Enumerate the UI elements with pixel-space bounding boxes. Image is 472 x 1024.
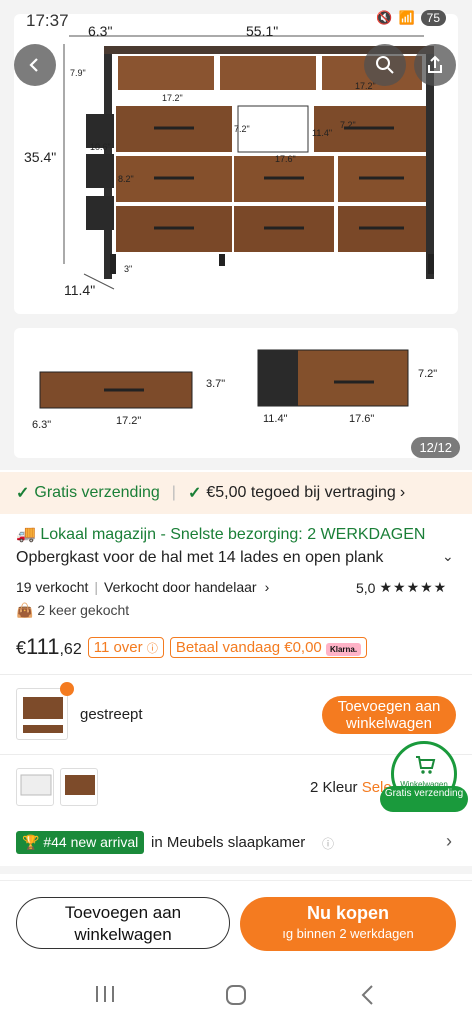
chevron-left-icon — [29, 58, 38, 72]
dim-label: 11.4" — [263, 413, 288, 425]
shipping-banner[interactable]: ✓ Gratis verzending | ✓ €5,00 tegoed bij… — [0, 472, 472, 514]
dim-label: 7.9" — [70, 68, 86, 78]
search-button[interactable] — [364, 44, 406, 86]
dim-label: 11.4" — [64, 282, 96, 298]
truck-icon: 🚚 — [16, 526, 36, 543]
share-button[interactable] — [414, 44, 456, 86]
chevron-down-icon[interactable]: ⌄ — [442, 548, 454, 565]
flame-icon — [60, 682, 74, 696]
image-counter: 12/12 — [411, 437, 460, 458]
check-icon: ✓ — [16, 485, 30, 502]
help-icon[interactable]: ⓘ — [322, 835, 334, 852]
variant-name: gestreept — [80, 706, 143, 723]
price: €111,62 — [16, 634, 82, 659]
seller-link[interactable]: Verkocht door handelaar — [104, 579, 257, 595]
add-to-cart-button[interactable]: Toevoegen aan winkelwagen — [16, 897, 230, 949]
share-icon — [428, 55, 442, 73]
dim-label: 6.3" — [32, 419, 52, 431]
dim-label: 7.2" — [340, 120, 356, 130]
bag-icon: 👜 — [16, 602, 34, 618]
back-nav-icon[interactable] — [358, 984, 378, 1006]
rating[interactable]: 5,0 ★★★★★ — [356, 579, 447, 596]
chevron-right-icon[interactable]: › — [446, 831, 452, 852]
search-icon — [376, 56, 394, 74]
secondary-product-image[interactable]: 3.7" 17.2" 6.3" 7.2" 11.4" 17.6" — [14, 328, 458, 458]
help-icon: ⓘ — [146, 642, 158, 655]
pay-later-badge[interactable]: Betaal vandaag €0,00 Klarna. — [169, 636, 368, 658]
bottom-action-bar: Toevoegen aan winkelwagen Nu kopen ıg bi… — [0, 880, 472, 968]
product-gallery[interactable]: 6.3" 55.1" 35.4" 11.4" 7.9" 17.2" 17.2" … — [0, 0, 472, 470]
dim-label: 3.7" — [206, 378, 226, 390]
home-icon[interactable] — [225, 984, 247, 1006]
battery-icon: 75 — [420, 10, 446, 26]
check-icon: ✓ — [187, 485, 202, 502]
wifi-icon: 📶 — [398, 10, 415, 25]
recent-apps-icon[interactable] — [94, 984, 116, 1004]
color-count[interactable]: 2 Kleur Sele — [310, 779, 392, 796]
dim-label: 3" — [124, 264, 133, 274]
klarna-logo: Klarna. — [325, 642, 362, 656]
product-title[interactable]: Opbergkast voor de hal met 14 lades en o… — [16, 549, 432, 567]
status-bar: 17:37 🔇 📶 75 — [0, 0, 472, 40]
dim-label: 8.2" — [118, 174, 134, 184]
buy-now-button[interactable]: Nu kopen ıg binnen 2 werkdagen — [240, 897, 456, 951]
new-arrival-badge[interactable]: 🏆 #44 new arrival — [16, 831, 145, 854]
chevron-right-icon: › — [399, 484, 406, 501]
color-option-brown[interactable] — [60, 768, 98, 806]
stock-left-badge[interactable]: 11 over ⓘ — [87, 636, 164, 658]
dim-label: 17.6" — [275, 154, 296, 164]
dim-label: 17.6" — [349, 413, 375, 425]
cart-free-shipping: Gratis verzending — [380, 786, 468, 812]
free-shipping-text: Gratis verzending — [34, 484, 160, 501]
trophy-icon: 🏆 — [22, 834, 40, 850]
dim-label: 35.4" — [24, 149, 57, 165]
delay-credit-text: €5,00 tegoed bij vertraging — [206, 484, 396, 501]
ranking-category[interactable]: in Meubels slaapkamer — [151, 834, 305, 851]
dim-label: 7.2" — [234, 124, 250, 134]
star-rating-icon: ★★★★★ — [379, 579, 448, 595]
local-warehouse: 🚚 Lokaal magazijn - Snelste bezorging: 2… — [16, 526, 426, 543]
dim-label: 17.2" — [162, 93, 183, 103]
dim-label: 7.2" — [418, 368, 438, 380]
mute-icon: 🔇 — [376, 10, 393, 25]
dim-label: 11.4" — [312, 128, 333, 138]
variant-thumbnail[interactable] — [16, 688, 68, 740]
price-row: €111,62 11 over ⓘ Betaal vandaag €0,00 K… — [16, 634, 456, 660]
drawer-dims-drawing — [39, 349, 409, 409]
cart-icon — [416, 756, 436, 774]
dim-label: 17.2" — [116, 415, 142, 427]
clock: 17:37 — [26, 11, 69, 30]
chevron-right-icon[interactable]: › — [265, 579, 270, 595]
dim-label: 10.6" — [90, 142, 111, 152]
back-button[interactable] — [14, 44, 56, 86]
bought-count: 👜 2 keer gekocht — [16, 602, 130, 618]
add-to-cart-variant-button[interactable]: Toevoegen aan winkelwagen — [322, 696, 456, 734]
screen: 6.3" 55.1" 35.4" 11.4" 7.9" 17.2" 17.2" … — [0, 0, 472, 1024]
system-nav-bar — [0, 968, 472, 1024]
color-option-white[interactable] — [16, 768, 54, 806]
